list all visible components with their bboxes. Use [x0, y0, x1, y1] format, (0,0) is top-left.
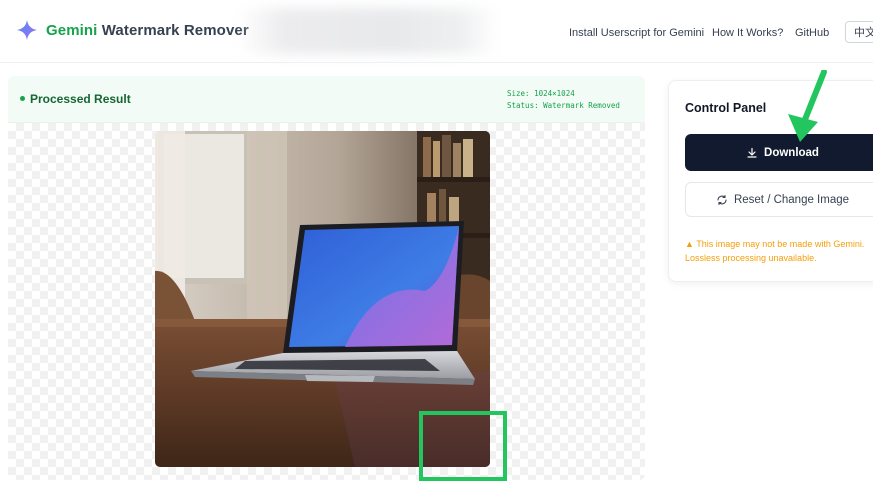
app-header: Gemini Watermark Remover Install Userscr…	[0, 0, 873, 63]
sparkle-icon	[16, 19, 38, 41]
result-header: Processed Result Size: 1024×1024 Status:…	[8, 76, 645, 123]
brand-accent: Gemini	[46, 21, 98, 39]
brand[interactable]: Gemini Watermark Remover	[16, 19, 249, 41]
image-size: Size: 1024×1024	[507, 89, 575, 98]
brand-rest: Watermark Remover	[97, 21, 249, 39]
annotation-arrow	[788, 70, 827, 142]
download-icon	[747, 147, 757, 158]
nav-how-it-works[interactable]: How It Works?	[712, 27, 783, 39]
download-label: Download	[764, 146, 819, 159]
warning-text: This image may not be made with Gemini. …	[685, 239, 865, 263]
control-panel: Control Panel Download Reset / Change Im…	[668, 80, 873, 282]
refresh-icon	[717, 194, 727, 205]
nav-github[interactable]: GitHub	[795, 27, 829, 39]
language-toggle[interactable]: 中文	[845, 21, 873, 43]
warning-icon: ▲	[685, 239, 694, 249]
blurred-region	[238, 8, 498, 54]
status-dot	[20, 96, 25, 101]
control-panel-title: Control Panel	[685, 101, 767, 115]
nav-install-userscript[interactable]: Install Userscript for Gemini	[569, 27, 704, 39]
image-status: Status: Watermark Removed	[507, 101, 620, 110]
warning-message: ▲ This image may not be made with Gemini…	[685, 237, 873, 265]
download-button[interactable]: Download	[685, 134, 873, 171]
brand-name: Gemini Watermark Remover	[46, 22, 249, 39]
reset-button[interactable]: Reset / Change Image	[685, 182, 873, 217]
reset-label: Reset / Change Image	[733, 193, 850, 206]
result-title: Processed Result	[30, 92, 131, 106]
watermark-highlight-box	[419, 411, 507, 481]
